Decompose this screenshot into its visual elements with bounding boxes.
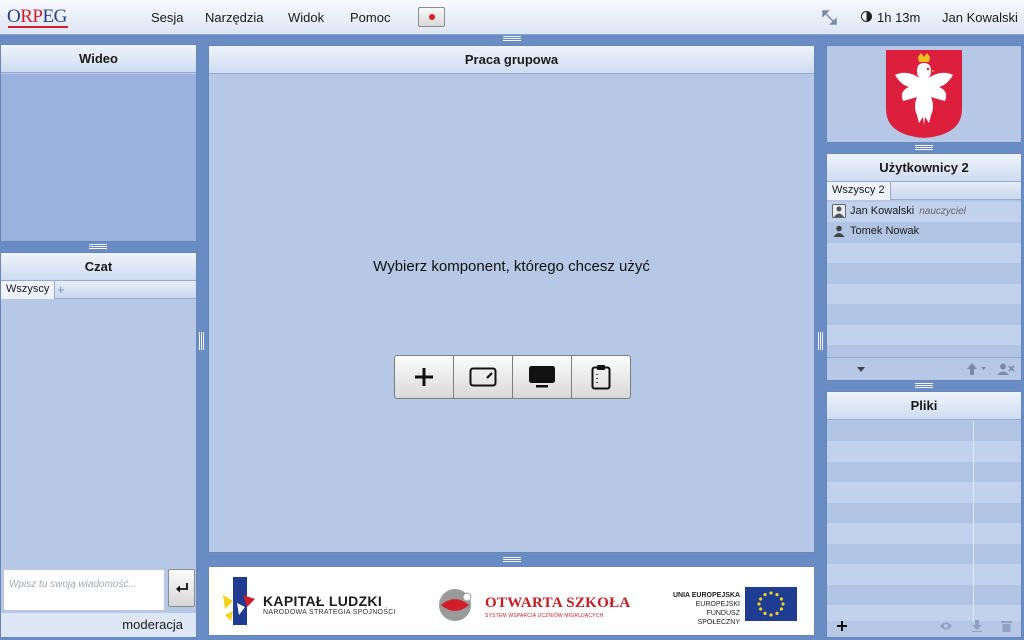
chat-tab-all[interactable]: Wszyscy xyxy=(1,281,56,299)
emblem-users-splitter[interactable] xyxy=(915,145,933,150)
menu-tools[interactable]: Narzędzia xyxy=(205,10,264,25)
notes-button[interactable] xyxy=(571,355,631,399)
plus-icon xyxy=(415,368,433,386)
screen-share-button[interactable] xyxy=(512,355,572,399)
timer-icon xyxy=(861,11,872,22)
menu-view[interactable]: Widok xyxy=(288,10,324,25)
otwarta-szkola-subtitle: SYSTEM WSPARCIA UCZNIÓW MIGRUJĄCYCH xyxy=(485,613,604,619)
top-splitter[interactable] xyxy=(503,36,521,41)
chat-messages xyxy=(1,301,196,567)
polish-eagle-emblem-icon xyxy=(886,50,962,138)
eu-stars-icon xyxy=(757,591,785,617)
component-prompt: Wybierz komponent, którego chcesz użyć xyxy=(373,258,650,275)
files-panel-title: Pliki xyxy=(827,392,1021,420)
emblem-panel xyxy=(826,45,1022,143)
eye-icon[interactable] xyxy=(939,620,953,632)
users-tabbar: Wszyscy 2 xyxy=(827,182,1021,200)
current-user-name[interactable]: Jan Kowalski xyxy=(942,10,1018,25)
teacher-avatar-icon xyxy=(832,204,846,218)
chat-message-input[interactable]: Wpisz tu swoją wiadomość... xyxy=(3,569,165,611)
enter-icon xyxy=(176,583,188,593)
users-tab-all[interactable]: Wszyscy 2 xyxy=(827,182,891,200)
center-footer-splitter[interactable] xyxy=(503,557,521,562)
raise-hand-icon[interactable] xyxy=(967,363,987,375)
otwarta-szkola-logo-icon xyxy=(439,589,472,621)
user-row[interactable]: Tomek Nowak xyxy=(829,221,1019,241)
chat-tabbar: Wszyscy + xyxy=(1,281,196,299)
otwarta-szkola-title: OTWARTA SZKOŁA xyxy=(485,595,631,611)
chevron-down-icon[interactable] xyxy=(857,367,865,372)
eu-text: UNIA EUROPEJSKA EUROPEJSKI FUNDUSZ SPOŁE… xyxy=(672,592,740,626)
users-footer xyxy=(827,357,1021,380)
video-chat-splitter[interactable] xyxy=(89,244,107,249)
chat-panel: Czat Wszyscy + Wpisz tu swoją wiadomość.… xyxy=(0,252,197,638)
right-splitter[interactable] xyxy=(818,332,823,350)
users-panel-title: Użytkownicy 2 xyxy=(827,154,1021,182)
trash-icon[interactable] xyxy=(1001,620,1012,632)
session-time: 1h 13m xyxy=(877,10,921,25)
screen-share-icon xyxy=(529,366,555,388)
component-toolbar xyxy=(394,355,631,399)
add-file-icon[interactable] xyxy=(836,620,848,632)
student-avatar-icon xyxy=(833,225,845,237)
files-panel: Pliki xyxy=(826,391,1022,638)
users-panel: Użytkownicy 2 Wszyscy 2 Jan Kowalski nauc… xyxy=(826,153,1022,381)
kapital-ludzki-subtitle: NARODOWA STRATEGIA SPÓJNOŚCI xyxy=(263,609,396,616)
download-icon[interactable] xyxy=(971,620,983,632)
kapital-ludzki-logo-icon xyxy=(223,577,255,625)
record-icon xyxy=(429,14,435,20)
whiteboard-icon xyxy=(469,367,497,387)
whiteboard-button[interactable] xyxy=(453,355,513,399)
kapital-ludzki-title: KAPITAŁ LUDZKI xyxy=(263,593,383,609)
user-row[interactable]: Jan Kowalski nauczyciel xyxy=(829,201,1019,221)
logo-underline xyxy=(8,26,68,28)
fullscreen-icon[interactable] xyxy=(822,10,837,25)
sponsor-logos: KAPITAŁ LUDZKI NARODOWA STRATEGIA SPÓJNO… xyxy=(208,566,815,636)
send-message-button[interactable] xyxy=(168,569,195,607)
menu-help[interactable]: Pomoc xyxy=(350,10,390,25)
files-column-divider xyxy=(973,421,974,621)
add-component-button[interactable] xyxy=(394,355,454,399)
chat-panel-title: Czat xyxy=(1,253,196,281)
record-button[interactable] xyxy=(418,7,445,27)
users-files-splitter[interactable] xyxy=(915,383,933,388)
left-splitter[interactable] xyxy=(199,332,204,350)
group-work-panel: Praca grupowa Wybierz komponent, którego… xyxy=(208,45,815,553)
video-panel: Wideo xyxy=(0,44,197,242)
orpeg-logo: ORPEG xyxy=(7,6,67,27)
eu-flag-icon xyxy=(745,587,797,621)
moderation-link[interactable]: moderacja xyxy=(1,613,196,637)
menu-session[interactable]: Sesja xyxy=(151,10,184,25)
add-chat-tab-icon[interactable]: + xyxy=(57,281,65,298)
video-panel-title: Wideo xyxy=(1,45,196,73)
video-area xyxy=(1,74,196,241)
workspace-area: Wybierz komponent, którego chcesz użyć xyxy=(209,75,814,552)
menubar: ORPEG Sesja Narzędzia Widok Pomoc 1h 13m… xyxy=(0,0,1024,35)
remove-user-icon[interactable] xyxy=(997,363,1015,375)
files-list xyxy=(827,421,1021,621)
clipboard-icon xyxy=(591,365,611,390)
group-work-title: Praca grupowa xyxy=(209,46,814,74)
files-footer xyxy=(827,617,1021,637)
